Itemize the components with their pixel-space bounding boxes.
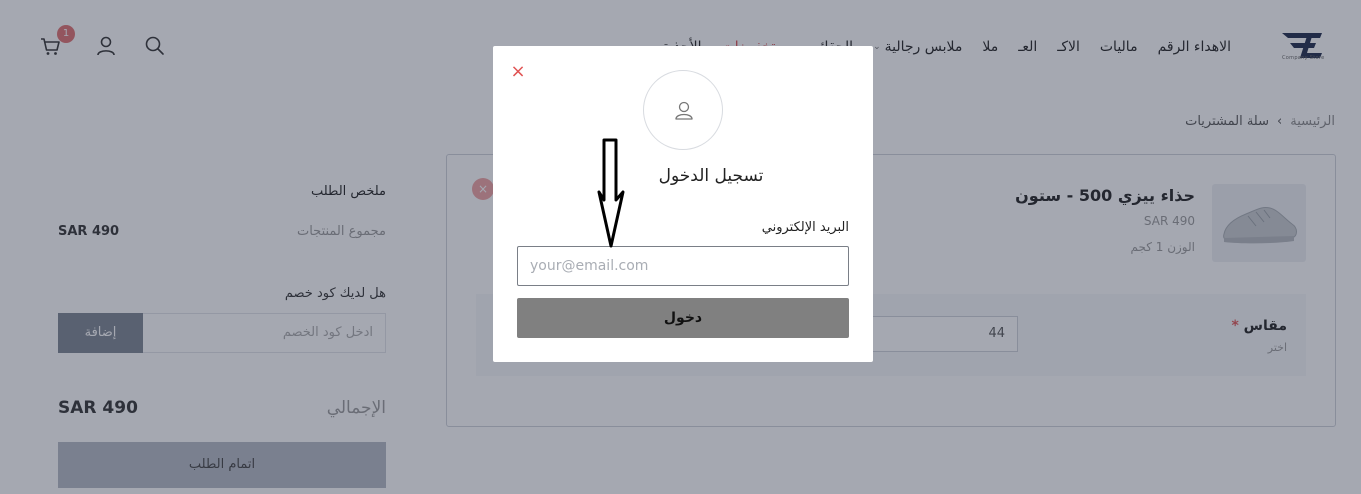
annotation-arrow-icon [597, 138, 625, 248]
close-icon[interactable]: × [510, 63, 526, 81]
avatar [643, 70, 723, 150]
login-modal: × تسجيل الدخول البريد الإلكتروني دخول [493, 46, 873, 362]
email-label: البريد الإلكتروني [761, 220, 849, 235]
login-title: تسجيل الدخول [658, 166, 764, 186]
email-field[interactable] [517, 246, 849, 286]
user-icon [675, 101, 693, 120]
login-button[interactable]: دخول [517, 298, 849, 338]
